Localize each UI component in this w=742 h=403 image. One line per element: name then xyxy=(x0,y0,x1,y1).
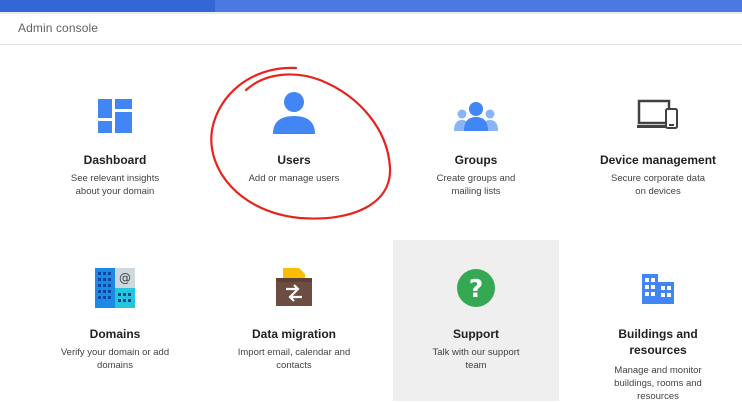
tile-title: Domains xyxy=(89,327,141,341)
tile-description: Import email, calendar and contacts xyxy=(237,347,351,371)
tile-buildings-and-resources[interactable]: Buildings and resources Manage and monit… xyxy=(575,240,741,402)
tile-groups[interactable]: Groups Create groups and mailing lists xyxy=(393,76,559,216)
user-icon xyxy=(211,90,377,134)
tile-description: Create groups and mailing lists xyxy=(436,173,516,197)
dashboard-icon xyxy=(32,94,198,138)
tile-description: Talk with our support team xyxy=(432,347,520,371)
data-migration-icon xyxy=(211,266,377,310)
tile-title: Dashboard xyxy=(83,153,147,167)
tile-title: Support xyxy=(453,327,499,341)
tile-support[interactable]: ? Support Talk with our support team xyxy=(393,240,559,401)
tile-description: See relevant insights about your domain xyxy=(70,173,160,197)
tile-title: Data migration xyxy=(251,327,336,341)
groups-icon xyxy=(393,94,559,138)
tile-device-management[interactable]: Device management Secure corporate data … xyxy=(575,76,741,216)
page-title: Admin console xyxy=(18,21,99,35)
domains-icon: @ xyxy=(32,266,198,310)
tile-title: Buildings and resources xyxy=(618,327,698,357)
buildings-icon xyxy=(575,266,741,310)
tile-description: Secure corporate data on devices xyxy=(610,173,705,197)
devices-icon xyxy=(575,94,741,138)
tile-dashboard[interactable]: Dashboard See relevant insights about yo… xyxy=(32,76,198,216)
tile-title: Device management xyxy=(599,153,717,167)
svg-text:@: @ xyxy=(119,271,131,285)
top-bar-bottom-line xyxy=(0,12,742,14)
tile-users[interactable]: Users Add or manage users xyxy=(211,76,377,216)
tile-description: Manage and monitor buildings, rooms and … xyxy=(614,365,702,402)
header-divider xyxy=(0,44,742,45)
tile-domains[interactable]: @ Domains Verify your domain or add doma… xyxy=(32,240,198,401)
tile-title: Groups xyxy=(454,153,498,167)
tile-description: Add or manage users xyxy=(248,173,340,184)
top-bar-tab-area xyxy=(215,0,742,12)
top-bar xyxy=(0,0,742,14)
support-icon: ? xyxy=(393,266,559,310)
tile-data-migration[interactable]: Data migration Import email, calendar an… xyxy=(211,240,377,401)
tile-title: Users xyxy=(277,153,311,167)
tile-description: Verify your domain or add domains xyxy=(60,347,170,371)
svg-text:?: ? xyxy=(469,274,484,303)
